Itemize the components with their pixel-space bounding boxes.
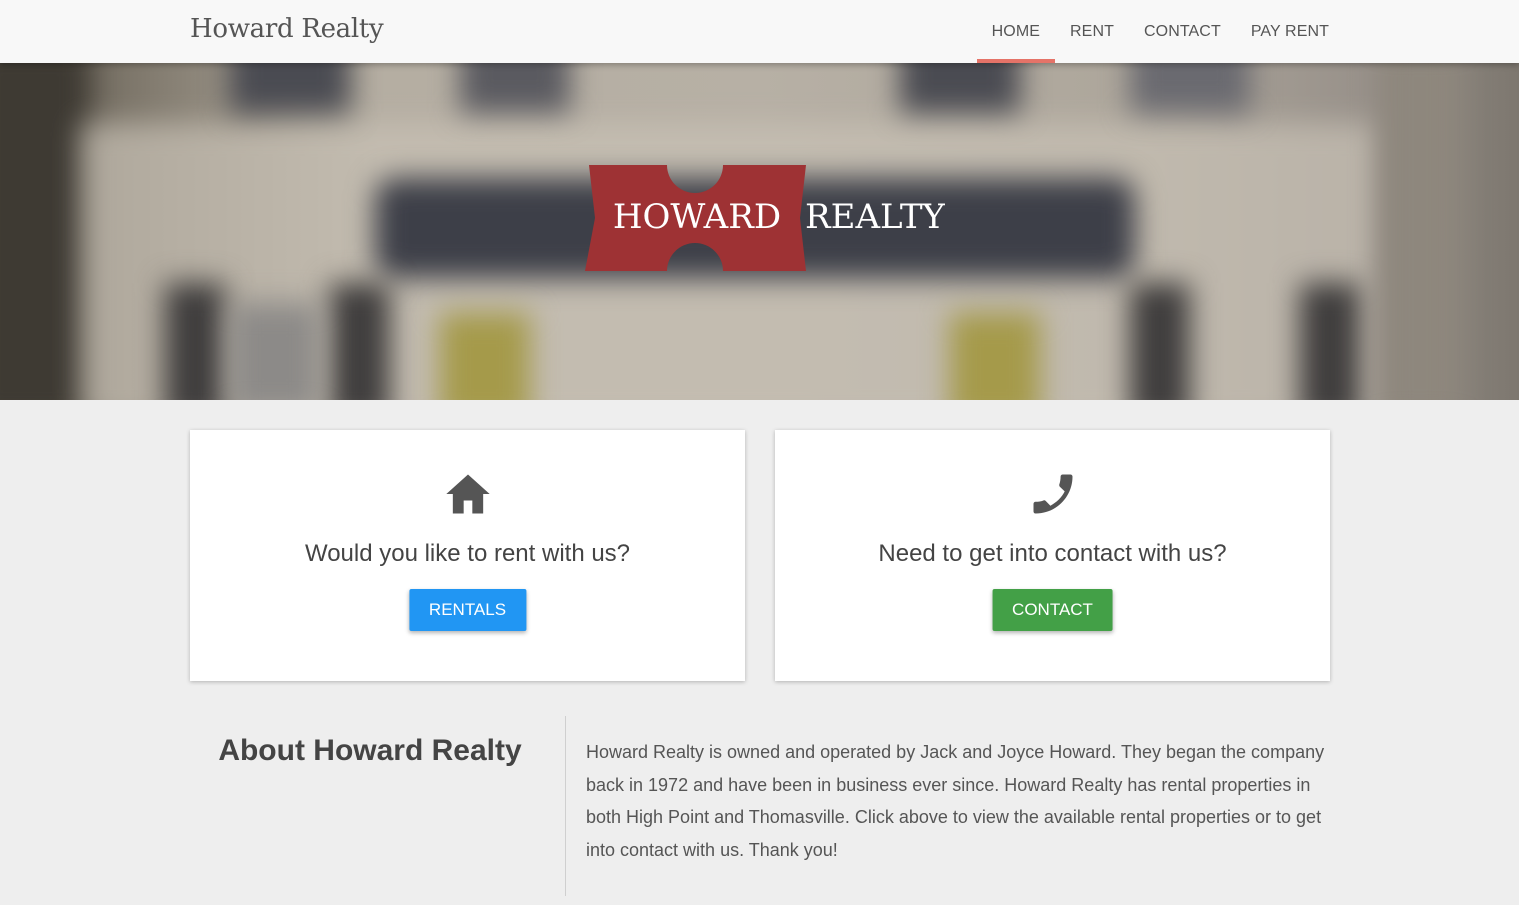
rentals-button[interactable]: RENTALS — [408, 589, 527, 631]
hero-bg-shape — [460, 63, 570, 113]
hero-banner: HOWARD REALTY — [0, 63, 1519, 400]
hero-bg-shape — [950, 313, 1040, 400]
hero-bg-shape — [330, 283, 390, 400]
hero-bg-shape — [230, 63, 350, 113]
howard-realty-logo: HOWARD REALTY — [585, 165, 945, 271]
about-divider — [565, 716, 566, 896]
phone-icon — [1033, 474, 1072, 514]
about-text: Howard Realty is owned and operated by J… — [586, 742, 1325, 860]
nav-pay-rent[interactable]: PAY RENT — [1236, 0, 1344, 63]
about-title: About Howard Realty — [218, 734, 522, 767]
hero-bg-shape — [1130, 283, 1190, 400]
contact-card-title: Need to get into contact with us? — [878, 540, 1227, 567]
rent-card: Would you like to rent with us? RENTALS — [190, 430, 745, 681]
nav-home[interactable]: HOME — [976, 0, 1056, 63]
hero-bg-shape — [230, 303, 320, 400]
hero-bg-shape — [1130, 63, 1250, 113]
contact-button[interactable]: CONTACT — [992, 589, 1113, 631]
top-navbar: Howard Realty HOME RENT CONTACT PAY RENT — [0, 0, 1519, 63]
logo-word-realty: REALTY — [805, 197, 945, 237]
hero-bg-shape — [1380, 63, 1460, 400]
house-icon — [445, 474, 490, 514]
nav-rent[interactable]: RENT — [1055, 0, 1129, 63]
nav-contact[interactable]: CONTACT — [1129, 0, 1236, 63]
brand-logo-text[interactable]: Howard Realty — [190, 14, 384, 44]
contact-card: Need to get into contact with us? CONTAC… — [775, 430, 1330, 681]
logo-word-howard: HOWARD — [613, 197, 781, 237]
hero-bg-shape — [165, 283, 225, 400]
hero-bg-shape — [0, 63, 90, 400]
rent-card-title: Would you like to rent with us? — [304, 540, 631, 567]
hero-bg-shape — [1300, 283, 1360, 400]
hero-bg-shape — [440, 313, 530, 400]
main-nav: HOME RENT CONTACT PAY RENT — [976, 0, 1344, 63]
hero-bg-shape — [900, 63, 1020, 113]
